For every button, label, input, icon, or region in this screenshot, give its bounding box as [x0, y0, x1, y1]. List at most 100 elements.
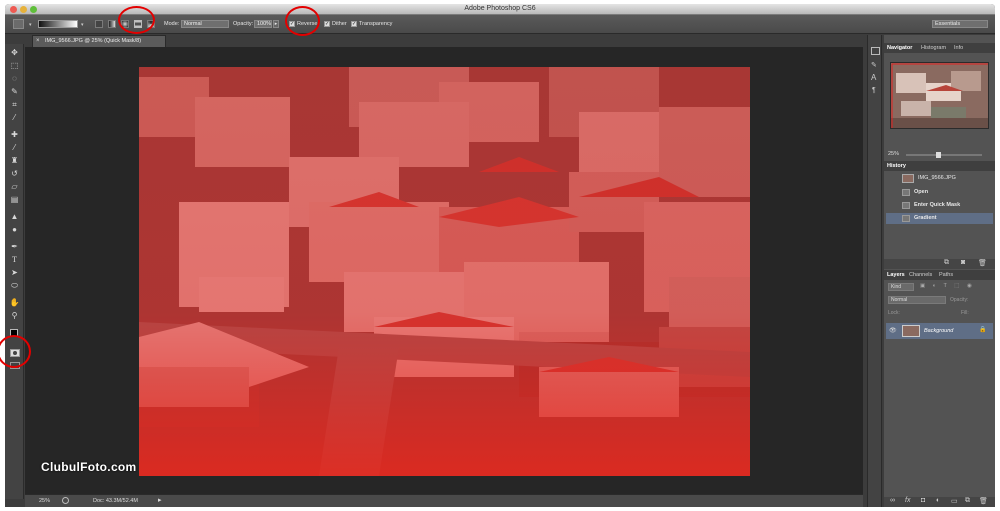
- dither-label: Dither: [332, 21, 347, 27]
- gradient-editor-icon[interactable]: [95, 20, 103, 28]
- snapshot-label: IMG_9566.JPG: [918, 175, 956, 181]
- character-panel-icon[interactable]: A: [871, 73, 876, 82]
- tool-presets-icon[interactable]: [871, 47, 880, 55]
- snapshot-thumbnail: [902, 174, 914, 183]
- move-tool-icon[interactable]: ✥: [9, 48, 20, 58]
- document-tab[interactable]: × IMG_9566.JPG @ 25% (Quick Mask/8): [32, 35, 166, 47]
- transparency-checkbox[interactable]: ✓: [351, 21, 357, 27]
- linear-gradient-button[interactable]: [108, 20, 116, 28]
- status-menu-icon[interactable]: ▸: [158, 496, 162, 504]
- zoom-level[interactable]: 25%: [39, 498, 50, 504]
- eyedropper-tool-icon[interactable]: ⁄: [9, 113, 20, 123]
- layer-visibility-eye-icon[interactable]: 👁: [889, 327, 897, 334]
- mode-label: Mode:: [164, 21, 180, 27]
- crop-tool-icon[interactable]: ⌗: [9, 100, 20, 110]
- status-info-icon[interactable]: [62, 497, 69, 504]
- annotation-circle-reverse: [285, 6, 320, 36]
- layer-filter-icons[interactable]: ▣ ◐ T ⬚ ◉: [920, 283, 990, 291]
- history-step-icon: [902, 189, 910, 196]
- clone-stamp-tool-icon[interactable]: ♜: [9, 156, 20, 166]
- history-step-label: Open: [914, 189, 929, 195]
- layer-opacity-label: Opacity:: [950, 297, 969, 303]
- gradient-dropdown-icon[interactable]: ▾: [81, 22, 84, 28]
- dither-checkbox[interactable]: ✓: [324, 21, 330, 27]
- add-mask-icon[interactable]: ◘: [921, 497, 925, 504]
- layer-name[interactable]: Background: [924, 328, 953, 334]
- history-snapshot[interactable]: IMG_9566.JPG: [886, 173, 993, 184]
- document-image[interactable]: [139, 67, 750, 476]
- layer-kind-filter[interactable]: Kind: [888, 283, 914, 291]
- tab-layers[interactable]: Layers: [887, 272, 905, 278]
- lasso-tool-icon[interactable]: ◌: [9, 74, 20, 84]
- paragraph-panel-icon[interactable]: ¶: [872, 87, 876, 94]
- new-layer-icon[interactable]: ⧉: [965, 497, 970, 505]
- history-step-label: Enter Quick Mask: [914, 202, 961, 208]
- delete-state-icon[interactable]: 🗑: [978, 259, 987, 267]
- tab-history[interactable]: History: [887, 163, 906, 169]
- history-tabs: History: [884, 161, 995, 171]
- preset-dropdown-icon[interactable]: ▾: [29, 22, 32, 28]
- opacity-label: Opacity:: [233, 21, 254, 27]
- create-snapshot-icon[interactable]: ◙: [961, 259, 965, 266]
- document-tab-title: IMG_9566.JPG @ 25% (Quick Mask/8): [45, 38, 142, 44]
- history-brush-tool-icon[interactable]: ↺: [9, 169, 20, 179]
- layers-buttons: ∞ fx ◘ ◐ ▭ ⧉ 🗑: [884, 497, 995, 507]
- eraser-tool-icon[interactable]: ▱: [9, 182, 20, 192]
- path-selection-tool-icon[interactable]: ➤: [9, 268, 20, 278]
- dodge-tool-icon[interactable]: ●: [9, 225, 20, 235]
- gradient-picker[interactable]: [38, 20, 78, 28]
- link-layers-icon[interactable]: ∞: [890, 497, 895, 504]
- tab-channels[interactable]: Channels: [909, 272, 932, 278]
- title-bar: Adobe Photoshop CS6: [5, 4, 995, 15]
- tab-paths[interactable]: Paths: [939, 272, 953, 278]
- gradient-tool-preset-icon[interactable]: [13, 19, 24, 29]
- opacity-input[interactable]: 100%: [254, 20, 272, 28]
- mode-select[interactable]: Normal: [181, 20, 229, 28]
- new-document-from-state-icon[interactable]: ⧉: [944, 259, 949, 267]
- navigator-zoom-slider[interactable]: [906, 152, 982, 158]
- shape-tool-icon[interactable]: ⬭: [9, 281, 20, 291]
- tools-panel: ✥ ⬚ ◌ ✎ ⌗ ⁄ ✚ ⁄ ♜ ↺ ▱ ▤ ▲ ● ✒ T ➤ ⬭ ✋ ⚲: [5, 44, 24, 499]
- history-step-icon: [902, 215, 910, 222]
- brush-presets-icon[interactable]: ✎: [871, 61, 877, 69]
- quick-selection-tool-icon[interactable]: ✎: [9, 87, 20, 97]
- opacity-dropdown-icon[interactable]: ▸: [273, 20, 279, 28]
- delete-layer-icon[interactable]: 🗑: [979, 497, 988, 505]
- history-step[interactable]: Enter Quick Mask: [886, 200, 993, 211]
- navigator-thumbnail[interactable]: [890, 62, 989, 129]
- tab-info[interactable]: Info: [954, 45, 963, 51]
- hand-tool-icon[interactable]: ✋: [9, 298, 20, 308]
- gradient-tool-icon[interactable]: ▤: [9, 195, 20, 205]
- layer-lock-label: Lock:: [888, 310, 900, 316]
- layer-fill-label: Fill:: [961, 310, 969, 316]
- history-step-label: Gradient: [914, 215, 937, 221]
- layers-tabs: Layers Channels Paths: [884, 270, 995, 280]
- layer-thumbnail: [902, 325, 920, 337]
- watermark: ClubulFoto.com: [41, 460, 137, 474]
- annotation-circle-linear-gradient: [118, 6, 155, 34]
- layer-style-icon[interactable]: fx: [905, 497, 910, 504]
- type-tool-icon[interactable]: T: [9, 255, 20, 265]
- close-tab-icon[interactable]: ×: [36, 38, 40, 44]
- layer-row-background[interactable]: 👁 Background 🔒: [886, 323, 993, 339]
- blur-tool-icon[interactable]: ▲: [9, 212, 20, 222]
- tab-histogram[interactable]: Histogram: [921, 45, 946, 51]
- transparency-label: Transparency: [359, 21, 393, 27]
- new-group-icon[interactable]: ▭: [951, 497, 958, 505]
- canvas-area[interactable]: [25, 47, 863, 494]
- navigator-zoom[interactable]: 25%: [888, 151, 899, 157]
- adjustment-layer-icon[interactable]: ◐: [936, 497, 940, 504]
- marquee-tool-icon[interactable]: ⬚: [9, 61, 20, 71]
- history-step[interactable]: Open: [886, 187, 993, 198]
- history-step-selected[interactable]: Gradient: [886, 213, 993, 224]
- layer-blend-mode[interactable]: Normal: [888, 296, 946, 304]
- zoom-tool-icon[interactable]: ⚲: [9, 311, 20, 321]
- collapsed-panels-strip: ✎ A ¶: [867, 35, 882, 507]
- document-size: Doc: 43.3M/52.4M: [93, 498, 138, 504]
- pen-tool-icon[interactable]: ✒: [9, 242, 20, 252]
- healing-brush-tool-icon[interactable]: ✚: [9, 130, 20, 140]
- workspace-select[interactable]: Essentials: [932, 20, 988, 28]
- brush-tool-icon[interactable]: ⁄: [9, 143, 20, 153]
- status-bar: 25% Doc: 43.3M/52.4M ▸: [25, 494, 863, 507]
- tab-navigator[interactable]: Navigator: [887, 45, 912, 51]
